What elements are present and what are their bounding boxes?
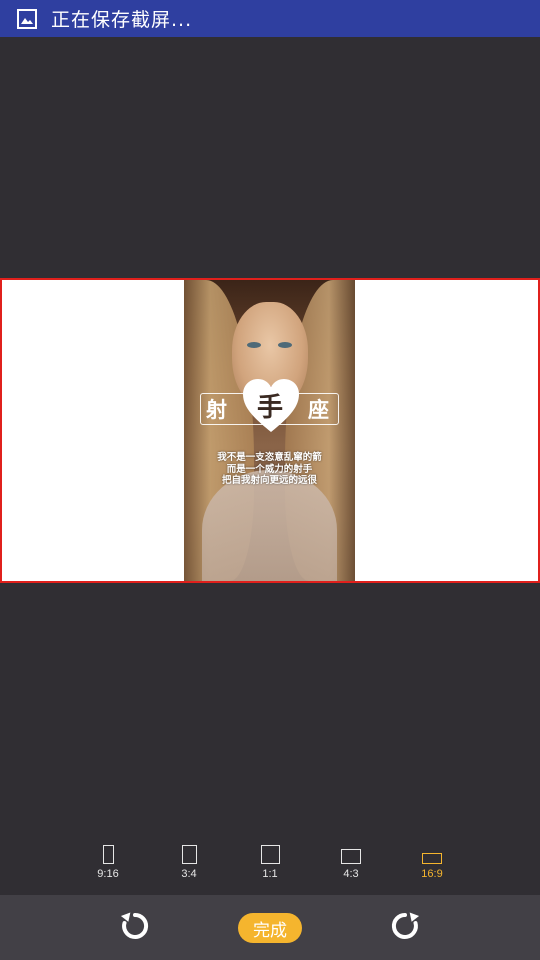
- ratio-label: 4:3: [343, 868, 359, 880]
- screenshot-image: 射 手 座 我不是一支恣意乱窜的箭 而是一个威力的射手 把自我射向更远的远很: [184, 280, 355, 581]
- poster-title-char-3: 座: [308, 397, 329, 422]
- rotate-left-icon: [120, 912, 149, 939]
- ratio-9-16-icon: [102, 845, 114, 864]
- image-icon: [17, 8, 37, 29]
- ratio-option-9-16[interactable]: 9:16: [78, 825, 138, 895]
- poem-line: 而是一个威力的射手: [226, 463, 313, 475]
- aspect-ratio-bar: 9:16 3:4 1:1 4:3 16:9: [0, 825, 540, 895]
- rotate-right-button[interactable]: [388, 909, 422, 943]
- poster-title-char-1: 射: [206, 397, 227, 422]
- ratio-label: 3:4: [181, 868, 197, 880]
- poster-poem: 我不是一支恣意乱窜的箭 而是一个威力的射手 把自我射向更远的远很: [184, 452, 355, 487]
- ratio-16-9-icon: [422, 853, 442, 864]
- poster-title-char-2: 手: [257, 393, 284, 423]
- poem-line: 我不是一支恣意乱窜的箭: [217, 452, 322, 463]
- status-bar: 正在保存截屏...: [0, 0, 540, 37]
- ratio-1-1-icon: [260, 845, 280, 864]
- ratio-label: 9:16: [97, 868, 119, 880]
- ratio-4-3-icon: [341, 849, 361, 864]
- ratio-label: 1:1: [262, 868, 278, 880]
- ratio-option-4-3[interactable]: 4:3: [321, 825, 381, 895]
- right-eye: [278, 342, 292, 348]
- ratio-3-4-icon: [181, 845, 197, 864]
- status-text: 正在保存截屏...: [51, 9, 193, 31]
- done-button[interactable]: 完成: [238, 913, 302, 943]
- ratio-option-1-1[interactable]: 1:1: [240, 825, 300, 895]
- ratio-option-3-4[interactable]: 3:4: [159, 825, 219, 895]
- left-eye: [247, 342, 261, 348]
- shoulders: [202, 470, 337, 581]
- rotate-right-icon: [391, 912, 420, 939]
- rotate-left-button[interactable]: [118, 909, 152, 943]
- poem-line: 把自我射向更远的远很: [221, 475, 317, 486]
- ratio-label: 16:9: [421, 868, 443, 880]
- ratio-option-16-9[interactable]: 16:9: [402, 825, 462, 895]
